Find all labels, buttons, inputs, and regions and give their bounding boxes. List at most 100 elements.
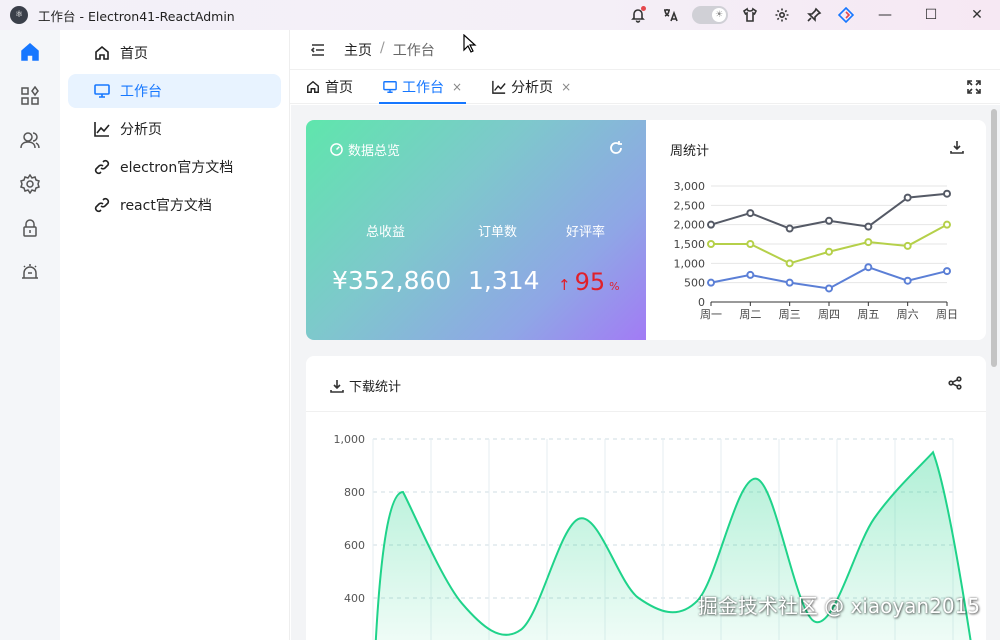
title-bar: ⚛ 工作台 - Electron41-ReactAdmin ☀ — ☐ ✕ [0,0,1000,30]
data-point [943,220,951,229]
dashboard-icon [330,143,343,156]
rail-lock[interactable] [0,206,60,250]
rail-apps[interactable] [0,74,60,118]
data-point [785,224,794,233]
y-tick-label: 2,500 [674,199,706,212]
x-tick-label: 周五 [857,308,879,321]
tab-workbench[interactable]: 工作台 × [375,70,470,104]
icon-rail [0,30,60,640]
vertical-scrollbar[interactable] [991,109,997,367]
rating-unit: % [609,280,620,293]
home-icon [21,43,39,61]
apps-icon [21,86,39,105]
overview-title: 数据总览 [330,140,400,159]
rail-alarm[interactable] [0,250,60,294]
data-point [785,259,794,268]
menu-item-react-docs[interactable]: react官方文档 [68,188,281,222]
menu-item-workbench[interactable]: 工作台 [68,74,281,108]
link-icon [94,159,110,175]
x-tick-label: 周日 [936,308,958,321]
react-admin-logo-icon[interactable] [830,0,862,30]
rating-number: 95 [574,268,606,296]
menu-item-label: 工作台 [120,84,162,100]
rail-home[interactable] [0,30,60,74]
close-button[interactable]: ✕ [954,0,1000,30]
menu-collapse-button[interactable] [310,42,326,58]
pin-icon[interactable] [798,0,830,30]
minimize-button[interactable]: — [862,0,908,30]
translate-icon[interactable] [654,0,686,30]
y-tick-label: 1,000 [334,433,366,446]
weekly-stats-card: 周统计 0 500 1,000 1,500 2,000 2,500 3,000 周一 周二 周三周… [646,120,986,340]
data-point [825,247,833,256]
link-icon [94,197,110,213]
data-overview-card: 数据总览 总收益 订单数 好评率 ¥352,860 1,314 ↑ 95 % [306,120,646,340]
arrow-up-icon: ↑ [558,276,571,294]
tab-bar: 首页 工作台 × 分析页 × [290,70,1000,104]
y-tick-label: 1,500 [674,238,706,251]
users-icon [20,132,40,149]
tab-home[interactable]: 首页 [298,70,361,104]
maximize-button[interactable]: ☐ [908,0,954,30]
rail-settings[interactable] [0,162,60,206]
y-tick-label: 500 [684,277,705,290]
line-chart-icon [492,80,506,94]
menu-item-home[interactable]: 首页 [68,36,281,70]
data-point [825,216,833,225]
data-point [707,240,715,248]
data-point [903,241,912,250]
y-tick-label: 2,000 [674,219,706,232]
monitor-icon [383,80,397,93]
top-header: 主页 / 工作台 [290,30,1000,70]
data-point [785,278,794,287]
y-tick-label: 3,000 [674,180,706,193]
home-icon [307,80,319,93]
shirt-icon[interactable] [734,0,766,30]
y-tick-label: 400 [344,592,365,605]
menu-item-electron-docs[interactable]: electron官方文档 [68,150,281,184]
weekly-line-chart: 05001,0001,5002,0002,5003,000周一 周二 周三 周四 周五周… [674,180,959,321]
main-content: 数据总览 总收益 订单数 好评率 ¥352,860 1,314 ↑ 95 % 周… [291,105,1000,640]
metric-value-rating: ↑ 95 % [558,268,620,296]
gear-icon[interactable] [766,0,798,30]
tab-close-icon[interactable]: × [561,80,571,94]
data-point [825,284,833,293]
breadcrumb-current: 工作台 [392,42,435,59]
data-point [746,240,755,248]
metric-label-revenue: 总收益 [366,225,406,240]
refresh-icon [610,141,622,154]
data-point [903,193,912,202]
x-tick-label: 周二 [739,308,761,321]
fullscreen-button[interactable] [966,79,982,95]
notification-dot [641,6,646,11]
mouse-cursor-icon [463,34,477,53]
menu-item-analysis[interactable]: 分析页 [68,112,281,146]
data-point [707,220,715,229]
tab-label: 首页 [325,79,353,96]
metric-value-orders: 1,314 [468,266,540,295]
rail-users[interactable] [0,118,60,162]
alarm-icon [22,264,38,279]
bell-icon[interactable] [622,0,654,30]
monitor-icon [94,84,110,98]
window-title: 工作台 - Electron41-ReactAdmin [38,8,235,24]
gear-icon [20,174,40,194]
refresh-button[interactable] [608,140,624,156]
electron-logo-icon: ⚛ [10,6,28,24]
lock-icon [23,219,37,237]
metric-label-orders: 订单数 [478,225,518,240]
tab-analysis[interactable]: 分析页 × [484,70,579,104]
breadcrumb-root[interactable]: 主页 [344,40,372,60]
data-point [903,276,912,285]
home-icon [95,45,109,60]
tab-label: 工作台 [402,79,444,96]
y-tick-label: 800 [344,486,365,499]
x-tick-label: 周六 [897,308,919,321]
theme-toggle[interactable]: ☀ [692,6,728,24]
breadcrumb: 主页 / 工作台 [344,40,435,60]
overview-title-text: 数据总览 [348,144,401,159]
menu-fold-icon [310,43,324,56]
tab-close-icon[interactable]: × [452,80,462,94]
side-menu: 首页 工作台 分析页 electron官方文档 react官方文档 [60,30,290,640]
watermark: 掘金技术社区 @ xiaoyan2015 [697,594,980,618]
